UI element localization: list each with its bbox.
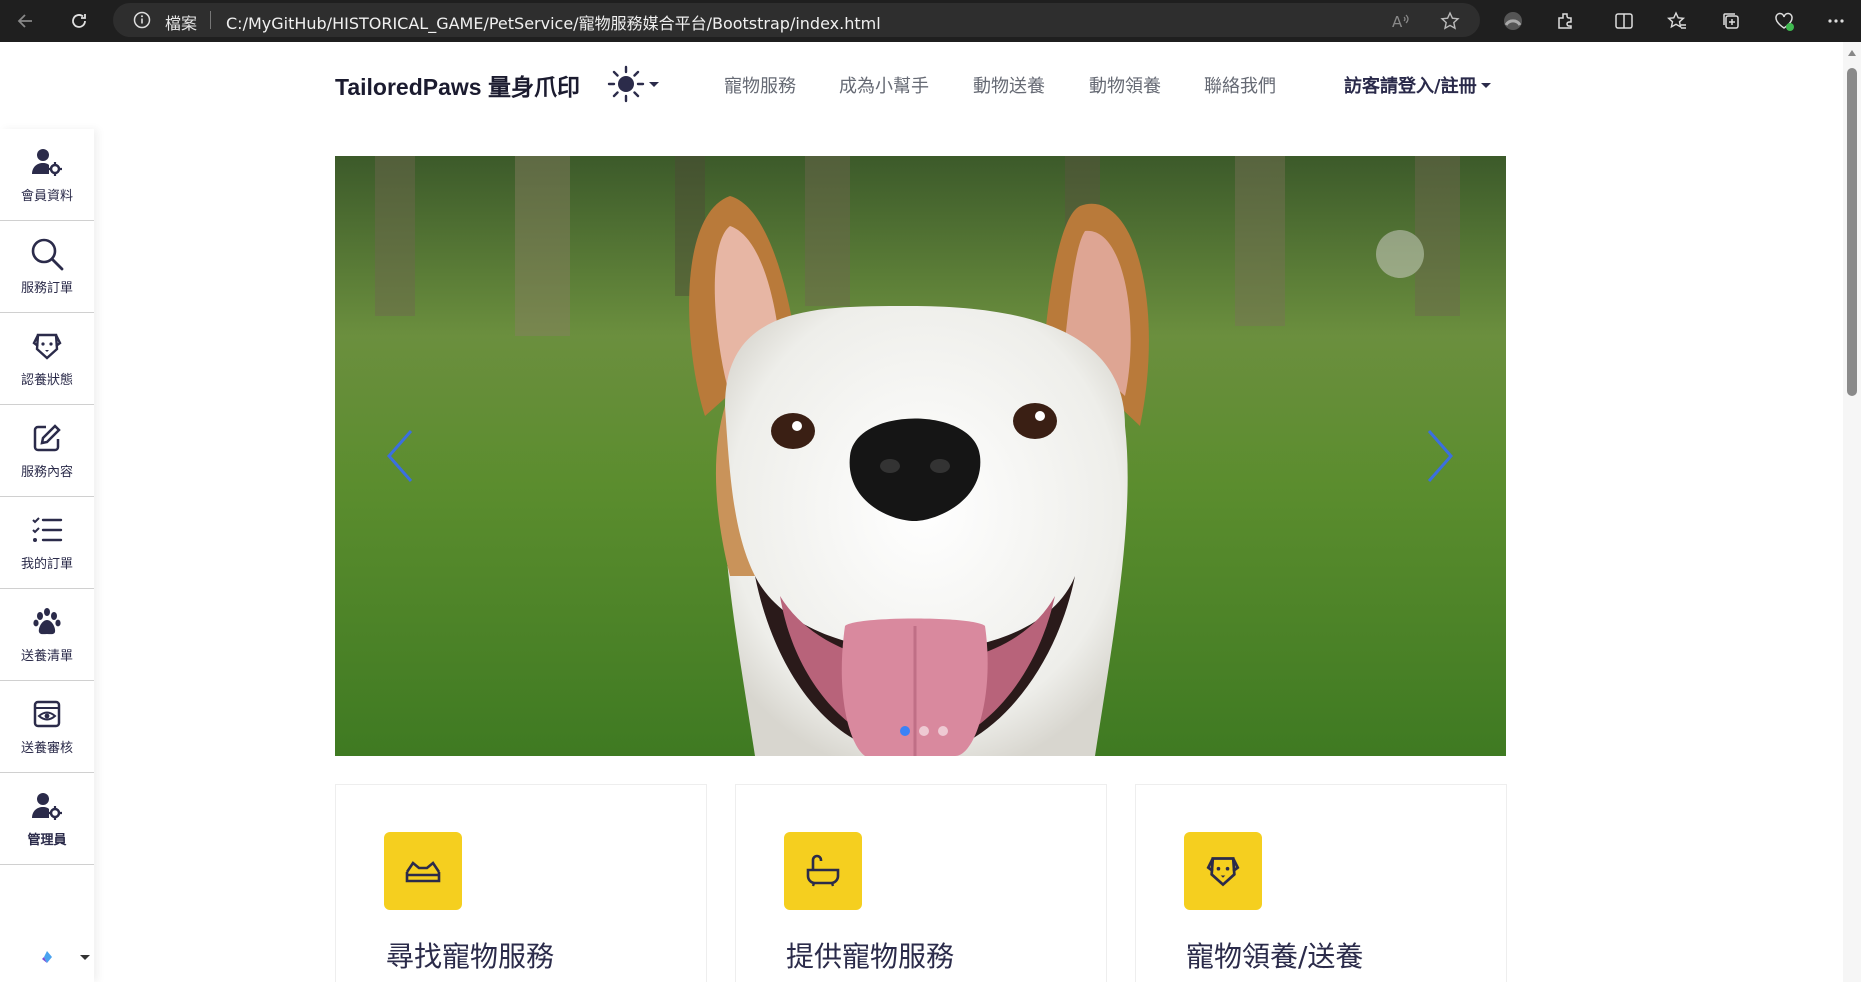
page-viewport: TailoredPaws 量身爪印 寵物服務 成為小幫手 動物送養 動物領養 聯… [0, 42, 1843, 982]
profile-icon[interactable] [1499, 7, 1527, 35]
login-register-dropdown[interactable]: 訪客請登入/註冊 [1344, 72, 1491, 98]
carousel-next-button[interactable] [1420, 426, 1460, 486]
sidebar-item-label: 服務訂單 [20, 281, 73, 296]
hero-dog-photo [335, 156, 1506, 756]
sidebar-item-rehome-review[interactable]: 送養審核 [0, 681, 94, 773]
sidebar-extra-dropdown[interactable] [0, 937, 94, 977]
eye-icon [30, 697, 64, 731]
sidebar-item-member-profile[interactable]: 會員資料 [0, 129, 94, 221]
scroll-up-arrow-icon[interactable] [1848, 50, 1856, 56]
chevron-down-icon [649, 81, 659, 87]
divider [210, 11, 211, 29]
card-title: 提供寵物服務 [786, 940, 955, 973]
card-title: 寵物領養/送養 [1186, 940, 1364, 973]
file-scheme-label: 檔案 [165, 14, 198, 33]
brand-logo[interactable]: TailoredPaws 量身爪印 [335, 68, 580, 102]
sidebar-item-label: 服務內容 [20, 465, 73, 480]
chevron-down-icon [1480, 82, 1491, 88]
address-bar[interactable]: 檔案 C:/MyGitHub/HISTORICAL_GAME/PetServic… [113, 3, 1480, 37]
carousel-indicators [900, 726, 948, 736]
collections-icon[interactable] [1717, 7, 1745, 35]
dog-icon [30, 329, 64, 363]
user-gear-icon [30, 145, 64, 179]
favorite-star-icon[interactable] [1439, 10, 1461, 32]
login-register-label: 訪客請登入/註冊 [1344, 76, 1477, 97]
back-arrow-icon [17, 14, 32, 28]
more-menu-icon[interactable] [1822, 7, 1850, 35]
sidebar-item-rehome-list[interactable]: 送養清單 [0, 589, 94, 681]
browser-toolbar: 檔案 C:/MyGitHub/HISTORICAL_GAME/PetServic… [0, 0, 1861, 42]
paw-icon [30, 605, 64, 639]
split-screen-icon[interactable] [1610, 7, 1638, 35]
refresh-icon [72, 14, 86, 28]
hero-carousel [335, 156, 1506, 756]
feature-card-find-service[interactable]: 尋找寵物服務 [335, 784, 707, 982]
sidebar-item-label: 送養審核 [20, 741, 73, 756]
back-button[interactable] [12, 7, 40, 35]
pet-bed-icon [384, 832, 462, 910]
sidebar-item-label: 送養清單 [20, 649, 73, 664]
extensions-icon[interactable] [1552, 7, 1580, 35]
carousel-indicator-1[interactable] [900, 726, 910, 736]
scrollbar-thumb[interactable] [1847, 68, 1857, 396]
sidebar-item-service-content[interactable]: 服務內容 [0, 405, 94, 497]
edit-icon [30, 421, 64, 455]
page-scrollbar[interactable] [1843, 42, 1861, 982]
url-text[interactable]: C:/MyGitHub/HISTORICAL_GAME/PetService/寵… [226, 10, 881, 34]
feature-card-adopt-rehome[interactable]: 寵物領養/送養 [1135, 784, 1507, 982]
carousel-prev-button[interactable] [380, 426, 420, 486]
refresh-button[interactable] [65, 7, 93, 35]
nav-link-adopt-pets[interactable]: 動物領養 [1089, 72, 1161, 98]
search-icon [30, 237, 64, 271]
nav-link-pet-services[interactable]: 寵物服務 [724, 72, 796, 98]
sidebar-item-label: 認養狀態 [20, 373, 73, 388]
dog-icon [1184, 832, 1262, 910]
svg-text:A: A [1392, 13, 1403, 30]
chevron-right-icon [1427, 430, 1453, 482]
feature-card-provide-service[interactable]: 提供寵物服務 [735, 784, 1107, 982]
sidebar-item-label: 我的訂單 [20, 557, 73, 572]
read-aloud-icon[interactable]: A [1390, 10, 1412, 32]
carousel-indicator-3[interactable] [938, 726, 948, 736]
site-navbar: TailoredPaws 量身爪印 寵物服務 成為小幫手 動物送養 動物領養 聯… [0, 42, 1843, 128]
bathtub-icon [784, 832, 862, 910]
nav-link-rehome-pets[interactable]: 動物送養 [973, 72, 1045, 98]
browser-essentials-icon[interactable] [1770, 7, 1798, 35]
user-gear-icon [30, 789, 64, 823]
carousel-indicator-2[interactable] [919, 726, 929, 736]
chevron-down-icon [80, 954, 90, 960]
app-logo-icon [42, 951, 52, 963]
sidebar-item-my-orders[interactable]: 我的訂單 [0, 497, 94, 589]
sidebar-item-service-orders[interactable]: 服務訂單 [0, 221, 94, 313]
sidebar-item-adoption-status[interactable]: 認養狀態 [0, 313, 94, 405]
sidebar-item-admin[interactable]: 管理員 [0, 773, 94, 865]
info-icon[interactable] [133, 11, 151, 33]
favorites-icon[interactable] [1663, 7, 1691, 35]
nav-link-contact-us[interactable]: 聯絡我們 [1204, 72, 1276, 98]
card-title: 尋找寵物服務 [386, 940, 555, 973]
chevron-left-icon [387, 430, 413, 482]
side-menu: 會員資料 服務訂單 認養狀態 服務內容 我的訂單 送養清單 送養審核 管理員 [0, 129, 94, 982]
sidebar-item-label: 會員資料 [20, 189, 73, 204]
list-check-icon [30, 513, 64, 547]
nav-link-become-helper[interactable]: 成為小幫手 [839, 72, 929, 98]
theme-toggle-dropdown[interactable] [607, 64, 663, 104]
sun-icon [607, 65, 645, 103]
sidebar-item-label: 管理員 [27, 833, 67, 848]
